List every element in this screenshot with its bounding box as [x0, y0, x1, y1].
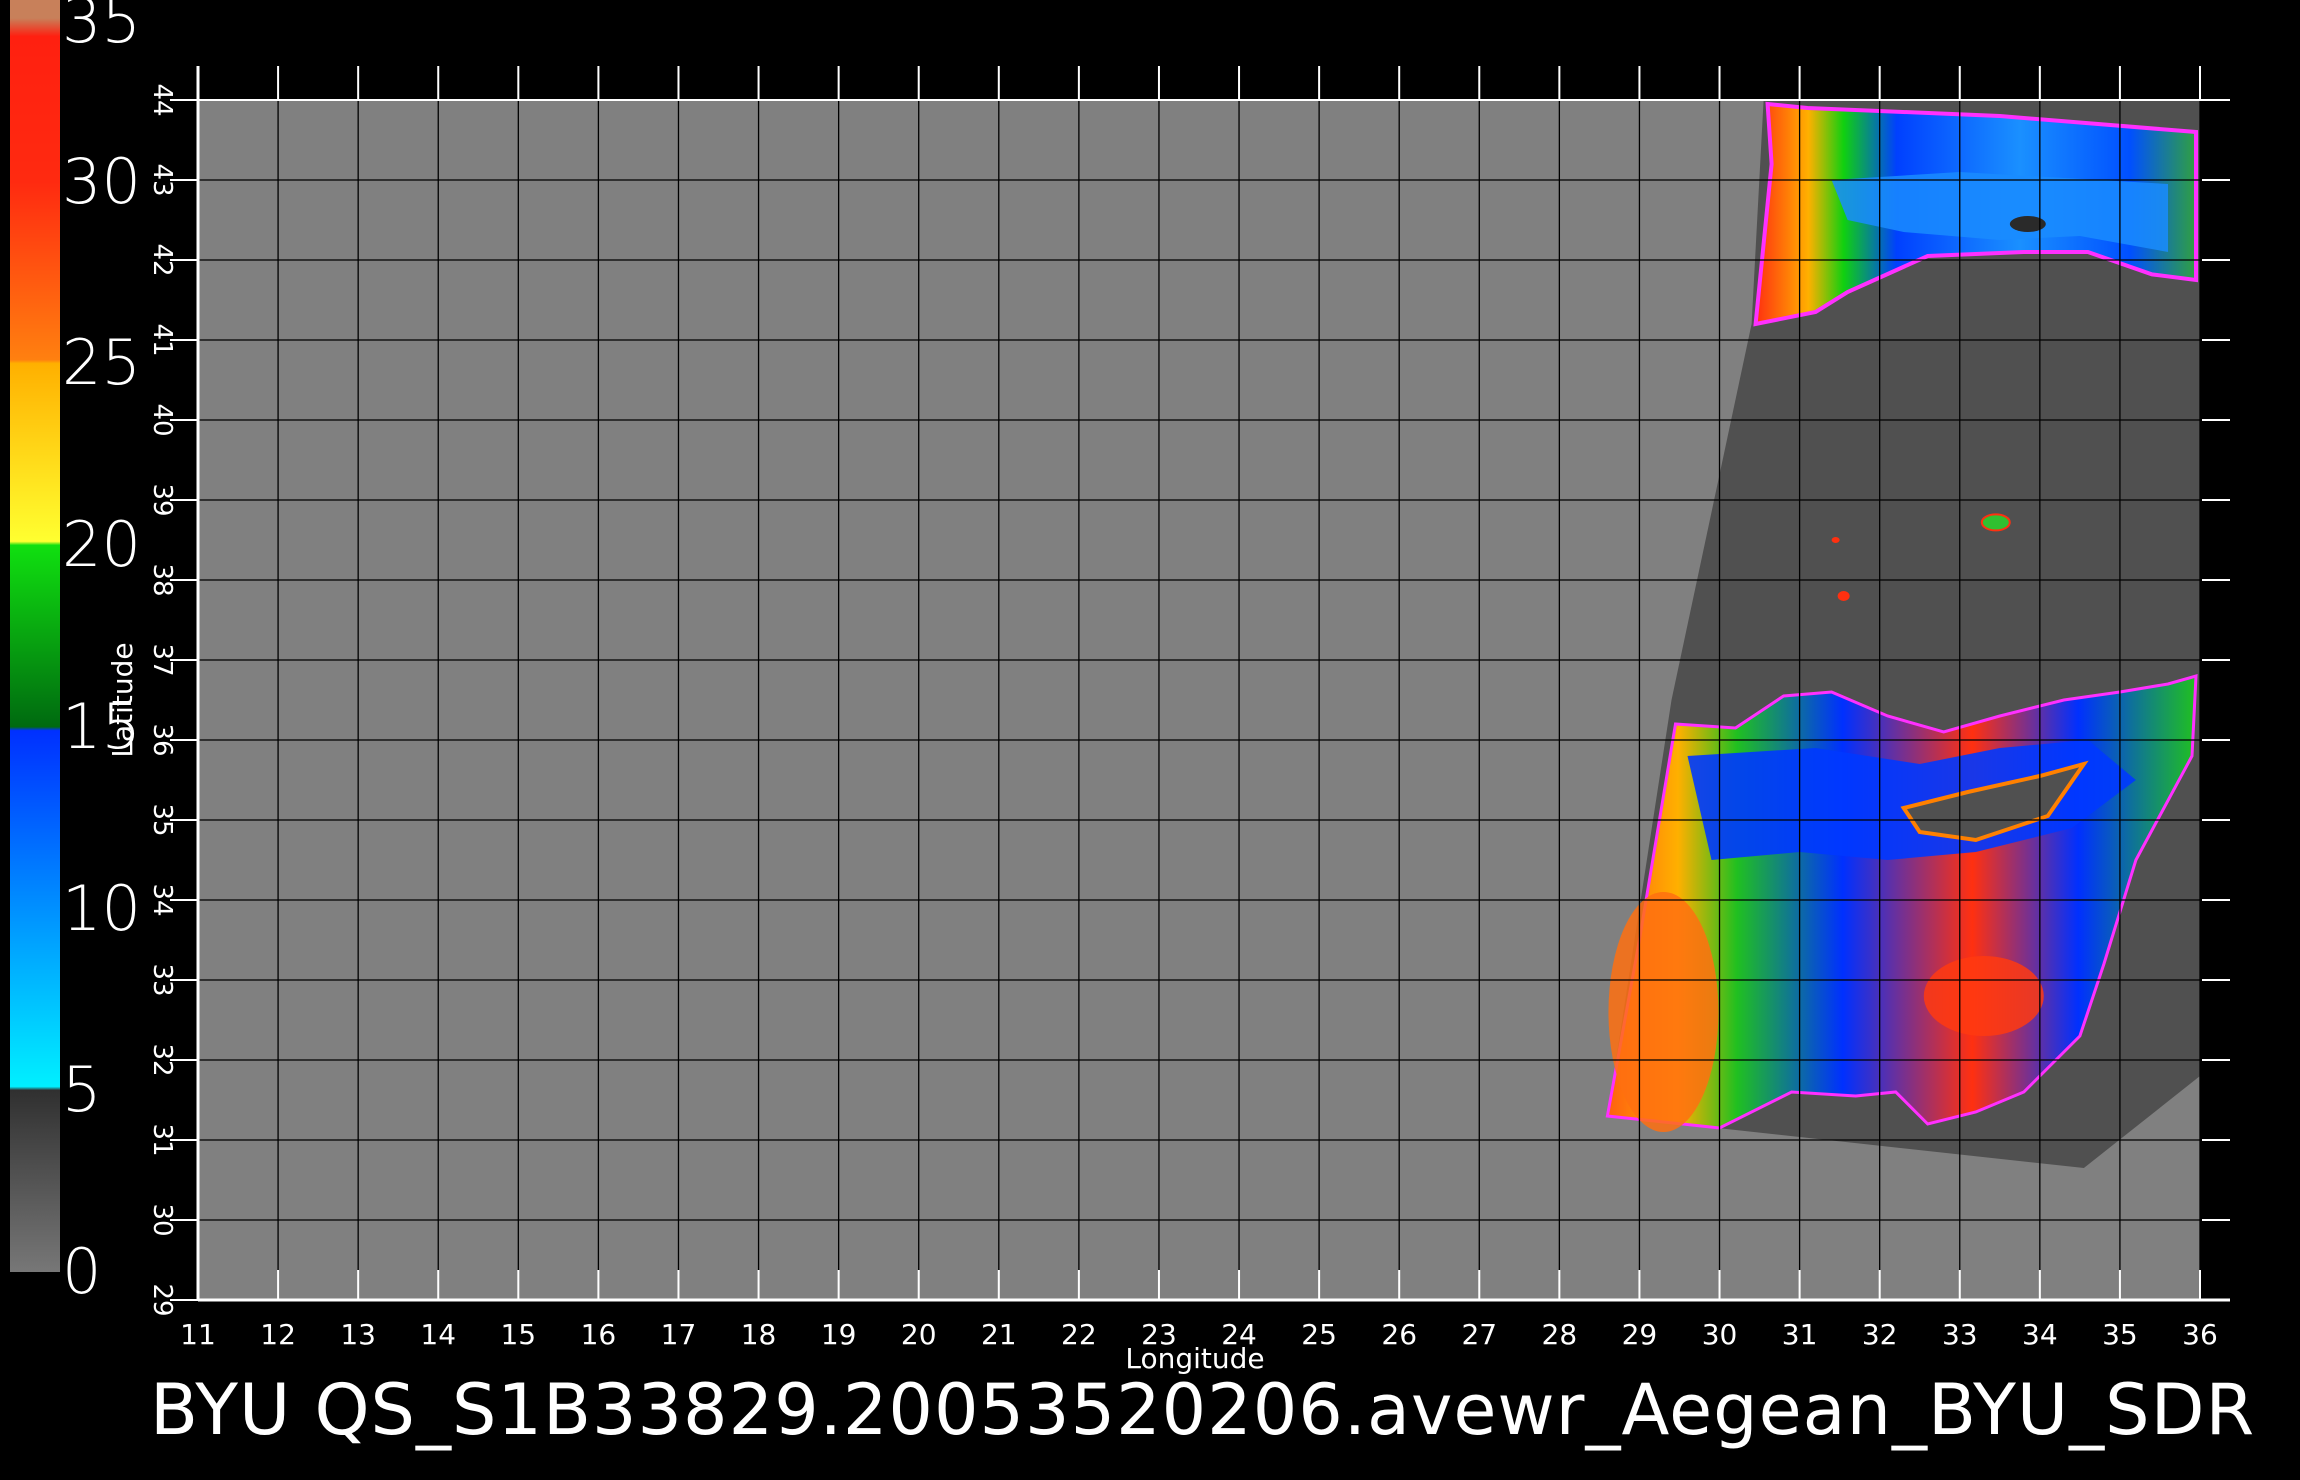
x-tick-label: 28 [1542, 1318, 1578, 1351]
colorbar-gradient [10, 0, 60, 1272]
x-tick-label: 21 [981, 1318, 1017, 1351]
x-tick-label: 36 [2182, 1318, 2218, 1351]
x-tick-label: 34 [2022, 1318, 2058, 1351]
x-tick-label: 33 [1942, 1318, 1978, 1351]
x-tick-label: 12 [260, 1318, 296, 1351]
colorbar-tick-5: 5 [62, 1053, 102, 1127]
colorbar-tick-10: 10 [62, 871, 141, 945]
lake-2 [1837, 591, 1850, 601]
footer-title: BYU QS_S1B33829.20053520206.avewr_Aegean… [150, 1369, 2256, 1451]
colorbar-tick-20: 20 [62, 508, 141, 582]
x-tick-label: 14 [420, 1318, 456, 1351]
lake-1 [1980, 513, 2011, 532]
swath-west-hotspot [1608, 892, 1719, 1132]
colorbar-tick-0: 0 [62, 1235, 102, 1308]
colorbar-tick-35: 35 [62, 0, 141, 57]
swath-south-hotspot [1923, 956, 2044, 1036]
y-tick-label: 31 [147, 1123, 177, 1156]
x-tick-label: 18 [741, 1318, 777, 1351]
colorbar [10, 0, 60, 1272]
wind-speed-map: 11 12 13 14 15 16 17 18 19 20 21 22 23 24 25 26 27 28 29 30… [10, 0, 2230, 1375]
x-tick-label: 20 [901, 1318, 937, 1351]
x-tick-label: 35 [2102, 1318, 2138, 1351]
y-tick-label: 38 [147, 563, 177, 596]
y-tick-label: 30 [147, 1203, 177, 1236]
y-tick-label: 36 [147, 723, 177, 756]
x-tick-label: 29 [1622, 1318, 1658, 1351]
y-tick-label: 39 [147, 483, 177, 516]
y-tick-label: 40 [147, 403, 177, 436]
x-tick-label: 26 [1381, 1318, 1417, 1351]
x-tick-label: 22 [1061, 1318, 1097, 1351]
y-tick-label: 44 [147, 83, 177, 116]
x-tick-label: 17 [661, 1318, 697, 1351]
x-tick-label: 13 [340, 1318, 376, 1351]
x-tick-label: 19 [821, 1318, 857, 1351]
y-tick-label: 37 [147, 643, 177, 676]
x-tick-label: 15 [500, 1318, 536, 1351]
y-tick-label: 43 [147, 163, 177, 196]
x-tick-label: 11 [180, 1318, 216, 1351]
x-tick-label: 25 [1301, 1318, 1337, 1351]
colorbar-tick-30: 30 [62, 144, 141, 218]
colorbar-tick-15: 15 [62, 689, 141, 763]
x-tick-label: 27 [1461, 1318, 1497, 1351]
x-tick-label: 30 [1702, 1318, 1738, 1351]
y-tick-label: 34 [147, 883, 177, 916]
y-tick-label: 42 [147, 243, 177, 276]
y-tick-label: 33 [147, 963, 177, 996]
y-tick-label: 35 [147, 803, 177, 836]
x-tick-label: 32 [1862, 1318, 1898, 1351]
y-tick-label: 29 [147, 1283, 177, 1316]
y-tick-label: 41 [147, 323, 177, 356]
lake-3 [1831, 537, 1840, 543]
colorbar-tick-25: 25 [62, 326, 141, 400]
x-tick-label: 16 [581, 1318, 617, 1351]
y-tick-label: 32 [147, 1043, 177, 1076]
x-tick-label: 31 [1782, 1318, 1818, 1351]
